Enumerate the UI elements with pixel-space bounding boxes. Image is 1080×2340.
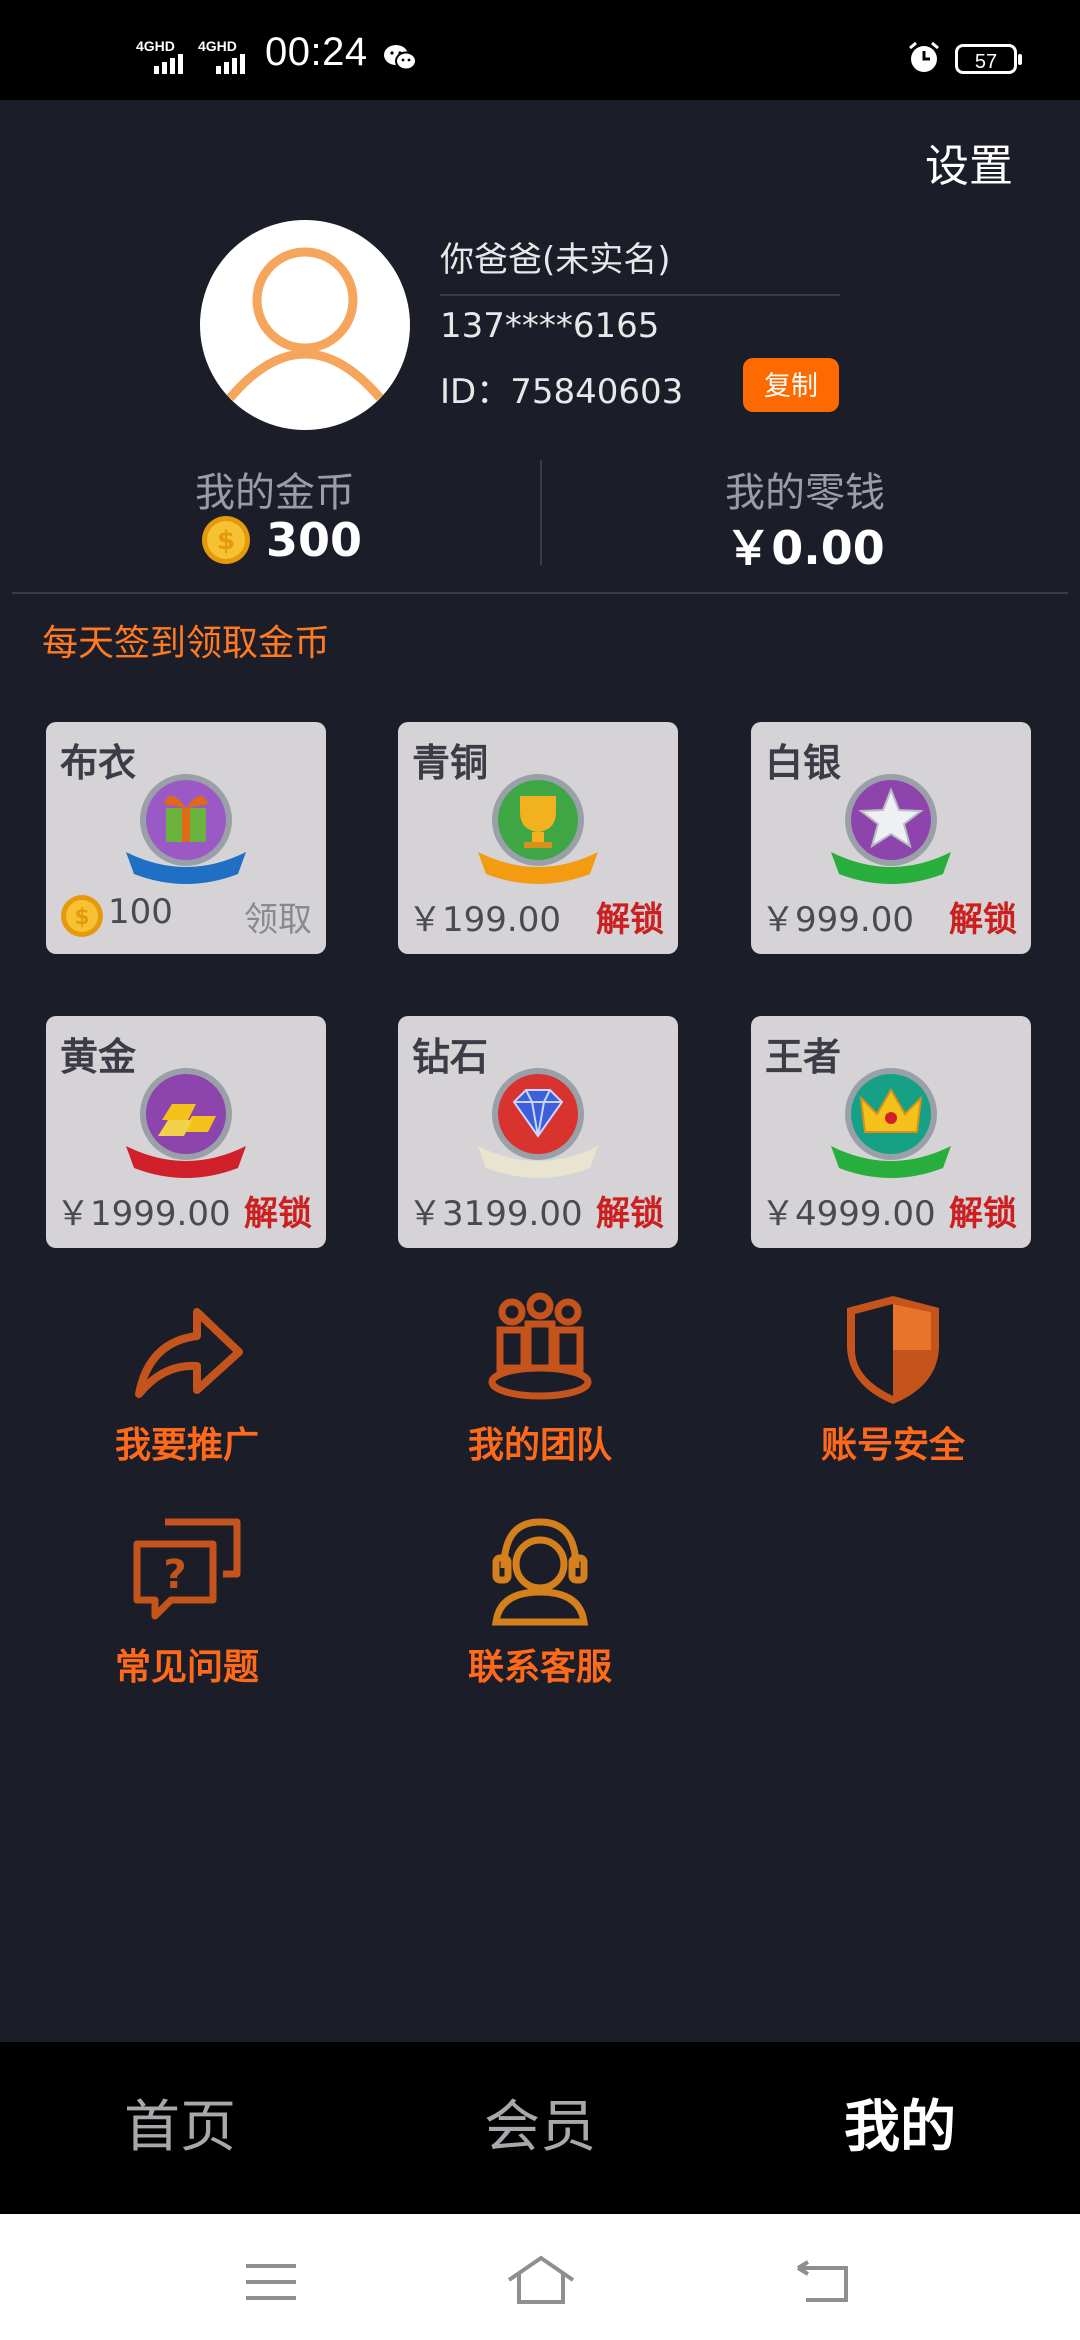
level-card-silver[interactable]: 白银 ￥999.00 解锁 — [751, 722, 1031, 954]
tab-mine[interactable]: 我的 — [720, 2042, 1080, 2214]
section-divider — [12, 592, 1068, 594]
level-price: ￥999.00 — [761, 900, 914, 940]
wechat-icon — [384, 45, 417, 71]
unlock-button[interactable]: 解锁 — [596, 1186, 664, 1235]
faq-button[interactable]: ? 常见问题 — [72, 1512, 302, 1712]
signal-icon: 4GHD — [136, 38, 200, 74]
customer-service-icon — [491, 1518, 589, 1626]
level-price: ￥1999.00 — [56, 1194, 231, 1234]
unlock-button[interactable]: 解锁 — [949, 1186, 1017, 1235]
level-card-bronze[interactable]: 青铜 ￥199.00 解锁 — [398, 722, 678, 954]
battery-indicator: 57 — [955, 44, 1022, 74]
status-time: 00:24 — [265, 30, 368, 74]
tab-member[interactable]: 会员 — [360, 2042, 720, 2214]
system-nav-bar — [0, 2214, 1080, 2340]
level-price: ￥3199.00 — [408, 1194, 583, 1234]
user-id: ID：75840603 — [440, 372, 684, 412]
phone-number: 137****6165 — [440, 306, 660, 346]
coin-icon: $ — [202, 516, 250, 564]
promote-button[interactable]: 我要推广 — [72, 1290, 302, 1490]
level-price: ￥199.00 — [408, 900, 561, 940]
star-badge-icon — [831, 774, 951, 884]
svg-text:$: $ — [74, 905, 89, 930]
unlock-button[interactable]: 解锁 — [949, 892, 1017, 941]
gold-bars-badge-icon — [126, 1068, 246, 1178]
level-card-gold[interactable]: 黄金 ￥1999.00 解锁 — [46, 1016, 326, 1248]
level-card-buyi[interactable]: 布衣 $ 100 领取 — [46, 722, 326, 954]
unlock-button[interactable]: 解锁 — [244, 1186, 312, 1235]
unlock-button[interactable]: 解锁 — [596, 892, 664, 941]
coins-label: 我的金币 — [195, 470, 355, 516]
level-card-diamond[interactable]: 钻石 ￥3199.00 解锁 — [398, 1016, 678, 1248]
back-icon[interactable] — [796, 2260, 850, 2304]
divider — [440, 294, 840, 296]
signal-icon: 4GHD — [198, 38, 262, 74]
gift-badge-icon — [126, 774, 246, 884]
account-security-button[interactable]: 账号安全 — [778, 1290, 1008, 1490]
team-icon — [488, 1292, 592, 1400]
settings-button[interactable]: 设置 — [925, 130, 1013, 194]
diamond-badge-icon — [478, 1068, 598, 1178]
crown-badge-icon — [831, 1068, 951, 1178]
faq-chat-icon: ? — [133, 1518, 241, 1620]
copy-button[interactable]: 复制 — [743, 358, 839, 412]
menu-icon[interactable] — [244, 2262, 298, 2302]
avatar[interactable] — [200, 220, 410, 430]
user-avatar-icon — [226, 247, 384, 401]
alarm-icon — [909, 41, 939, 72]
claim-button[interactable]: 领取 — [244, 892, 312, 941]
svg-text:?: ? — [163, 1552, 186, 1598]
status-bar: 4GHD 4GHD 00:24 57 — [0, 0, 1080, 100]
stats-divider — [540, 460, 542, 565]
customer-service-button[interactable]: 联系客服 — [425, 1512, 655, 1712]
level-price: ￥4999.00 — [761, 1194, 936, 1234]
cash-label: 我的零钱 — [725, 470, 885, 516]
checkin-link[interactable]: 每天签到领取金币 — [42, 614, 330, 666]
svg-text:$: $ — [217, 526, 235, 556]
trophy-badge-icon — [478, 774, 598, 884]
coins-value: $ 300 — [200, 512, 362, 568]
coin-icon: $ — [61, 895, 103, 937]
my-team-button[interactable]: 我的团队 — [425, 1290, 655, 1490]
cash-value: ￥0.00 — [725, 521, 885, 575]
coins-number: 300 — [266, 513, 363, 567]
level-card-king[interactable]: 王者 ￥4999.00 解锁 — [751, 1016, 1031, 1248]
level-price: 100 — [108, 892, 173, 932]
shield-icon — [847, 1296, 939, 1404]
share-arrow-icon — [135, 1308, 243, 1398]
tab-home[interactable]: 首页 — [0, 2042, 360, 2214]
username: 你爸爸(未实名) — [440, 240, 671, 280]
home-icon[interactable] — [505, 2254, 577, 2306]
